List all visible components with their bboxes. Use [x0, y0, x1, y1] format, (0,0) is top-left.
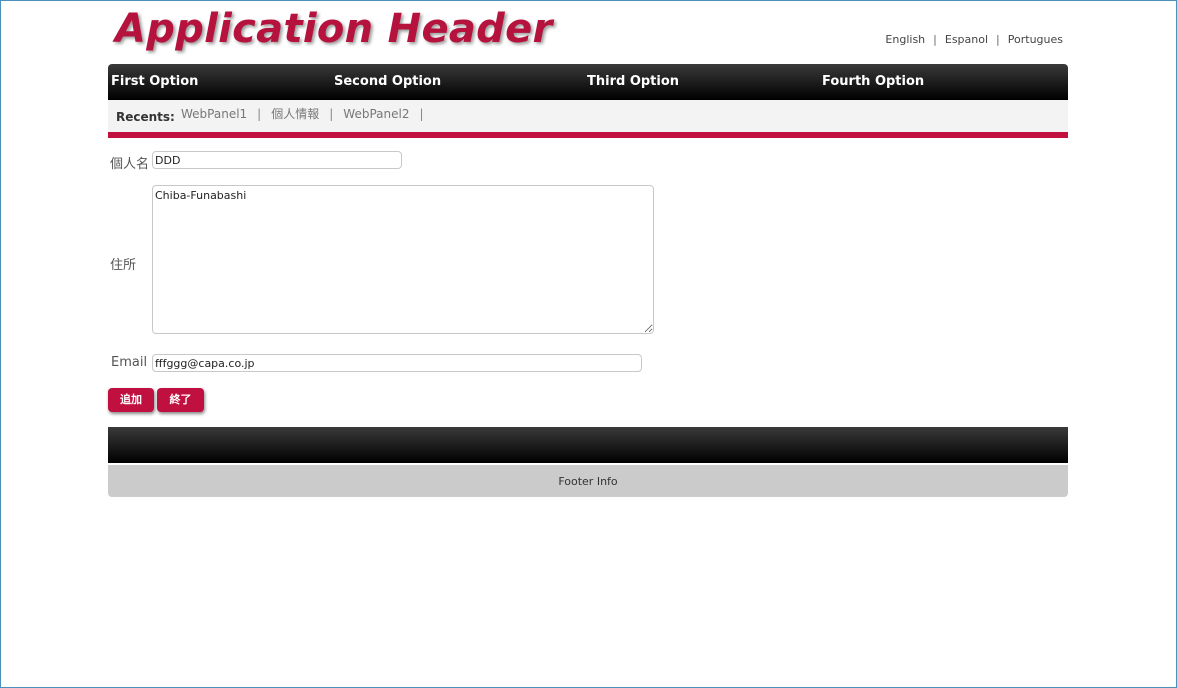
- lang-espanol-link[interactable]: Espanol: [945, 33, 988, 46]
- recents-links: WebPanel1 | 個人情報 | WebPanel2 |: [181, 105, 434, 122]
- menu-second-option[interactable]: Second Option: [334, 74, 441, 89]
- recent-separator: |: [257, 107, 262, 121]
- close-button[interactable]: 終了: [157, 388, 204, 412]
- recent-separator: |: [329, 107, 334, 121]
- lang-portugues-link[interactable]: Portugues: [1008, 33, 1063, 46]
- email-label: Email: [111, 355, 148, 370]
- address-textarea[interactable]: Chiba-Funabashi: [152, 185, 654, 334]
- recent-separator: |: [419, 107, 424, 121]
- lang-separator: |: [996, 33, 1000, 46]
- recent-link-personal-info[interactable]: 個人情報: [271, 107, 319, 121]
- name-input[interactable]: [152, 151, 402, 169]
- recent-link-webpanel1[interactable]: WebPanel1: [181, 107, 247, 121]
- language-bar: English | Espanol | Portugues: [885, 33, 1063, 46]
- menu-first-option[interactable]: First Option: [111, 74, 198, 89]
- footer-bar: [108, 427, 1068, 463]
- recent-link-webpanel2[interactable]: WebPanel2: [343, 107, 409, 121]
- main-menu: First Option Second Option Third Option …: [108, 64, 1068, 100]
- recents-label: Recents:: [116, 110, 175, 124]
- footer-info: Footer Info: [108, 465, 1068, 497]
- recents-bar: Recents: WebPanel1 | 個人情報 | WebPanel2 |: [108, 100, 1068, 132]
- email-input[interactable]: [152, 354, 642, 372]
- accent-divider: [108, 132, 1068, 138]
- menu-third-option[interactable]: Third Option: [587, 74, 679, 89]
- app-title: Application Header: [115, 6, 553, 52]
- menu-fourth-option[interactable]: Fourth Option: [822, 74, 924, 89]
- add-button[interactable]: 追加: [108, 388, 154, 412]
- lang-english-link[interactable]: English: [885, 33, 925, 46]
- name-label: 個人名: [110, 157, 150, 172]
- address-label: 住所: [110, 258, 137, 273]
- lang-separator: |: [933, 33, 937, 46]
